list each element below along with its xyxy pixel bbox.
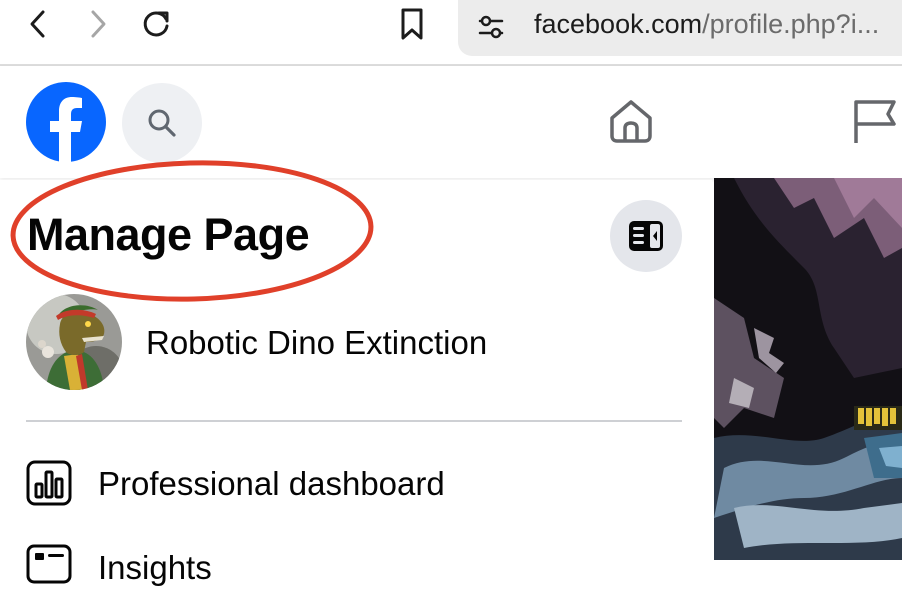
id-card-icon: [26, 544, 72, 584]
chevron-left-icon: [30, 10, 45, 38]
chevron-right-icon: [91, 10, 106, 38]
page-title: Manage Page: [27, 209, 310, 260]
sidebar-collapse-icon: [629, 221, 663, 251]
reload-icon: [143, 11, 169, 37]
page-name[interactable]: Robotic Dino Extinction: [146, 324, 487, 362]
pages-tab[interactable]: [848, 96, 898, 151]
menu-item-label: Insights: [98, 549, 212, 586]
forward-button[interactable]: [80, 6, 116, 42]
address-bar[interactable]: facebook.com/profile.php?i...: [458, 0, 902, 56]
cover-photo[interactable]: [714, 178, 902, 560]
reload-button[interactable]: [138, 6, 174, 42]
bookmark-button[interactable]: [394, 6, 430, 42]
page-avatar[interactable]: [26, 294, 122, 390]
bookmark-icon: [401, 8, 423, 40]
site-settings-icon[interactable]: [476, 12, 506, 42]
divider: [26, 420, 682, 422]
url-host: facebook.com: [534, 9, 703, 39]
home-icon: [610, 100, 652, 143]
browser-toolbar: facebook.com/profile.php?i...: [0, 0, 902, 66]
dino-avatar-image: [26, 294, 122, 390]
facebook-logo-icon[interactable]: [26, 82, 106, 162]
menu-item-label: Professional dashboard: [98, 465, 445, 502]
collapse-sidebar-button[interactable]: [610, 200, 682, 272]
back-button[interactable]: [20, 6, 56, 42]
url-text[interactable]: facebook.com/profile.php?i...: [534, 9, 879, 40]
menu-item-insights[interactable]: Insights: [26, 544, 682, 600]
menu-item-professional-dashboard[interactable]: Professional dashboard: [26, 460, 682, 516]
bar-chart-icon: [26, 460, 72, 506]
home-tab[interactable]: [606, 96, 656, 151]
search-icon: [148, 109, 176, 137]
manage-page-panel: Manage Page Robotic Dino Extinction Prof…: [0, 160, 712, 586]
cover-artwork-image: [714, 178, 902, 560]
url-path: /profile.php?i...: [702, 9, 880, 39]
flag-icon: [854, 100, 896, 143]
search-button[interactable]: [122, 83, 202, 163]
